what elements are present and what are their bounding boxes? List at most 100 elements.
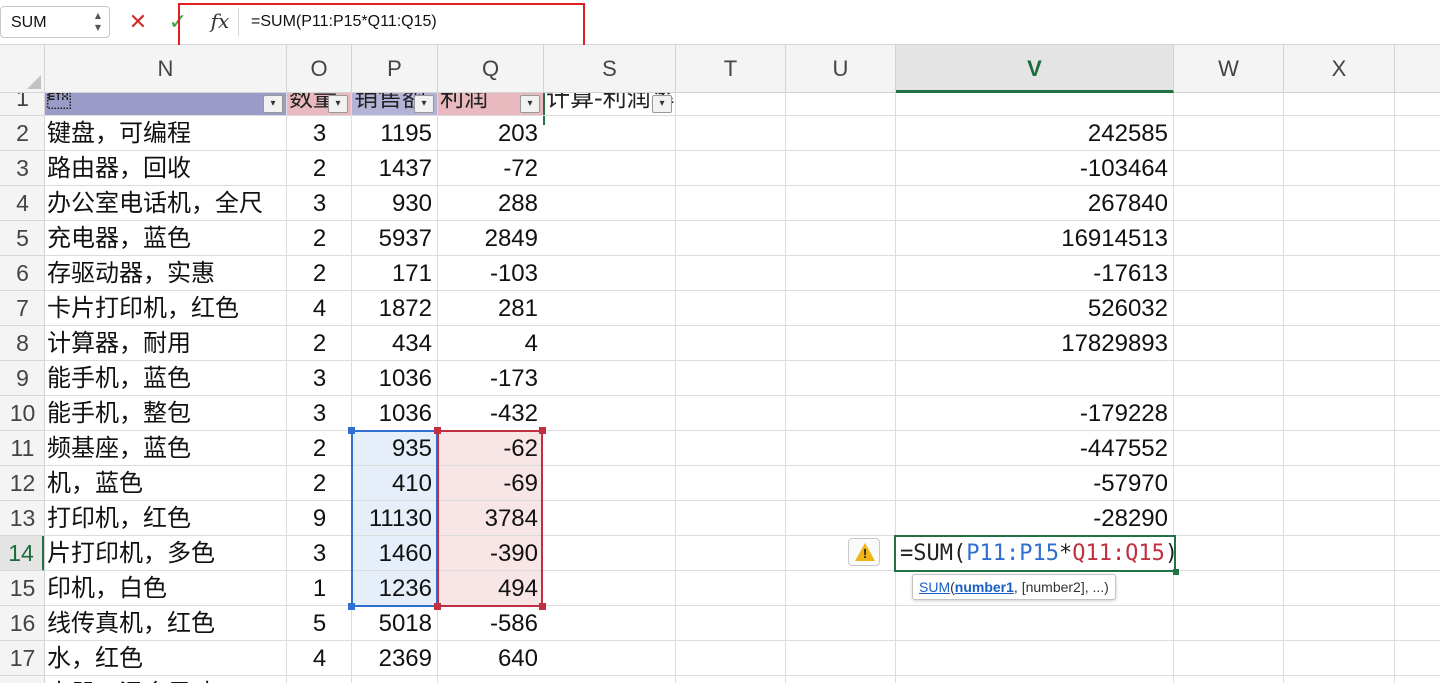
cell-o-5[interactable]: 2 bbox=[287, 221, 352, 256]
row-header-8[interactable]: 8 bbox=[0, 326, 44, 361]
cell-v-7[interactable]: 526032 bbox=[896, 291, 1168, 326]
row-header-16[interactable]: 16 bbox=[0, 606, 44, 641]
cell-n-12[interactable]: 机，蓝色 bbox=[47, 466, 285, 501]
cell-q-10[interactable]: -432 bbox=[438, 396, 538, 431]
column-header-v[interactable]: V bbox=[896, 45, 1174, 93]
cell-p-10[interactable]: 1036 bbox=[352, 396, 432, 431]
cell-q-2[interactable]: 203 bbox=[438, 116, 538, 151]
select-all-corner[interactable] bbox=[0, 45, 45, 93]
name-box-stepper-icon[interactable]: ▲ ▼ bbox=[92, 10, 104, 34]
column-header-w[interactable]: W bbox=[1174, 45, 1284, 93]
formula-edit-cell-v14[interactable]: =SUM(P11:P15*Q11:Q15) bbox=[894, 535, 1178, 572]
cell-o-14[interactable]: 3 bbox=[287, 536, 352, 571]
column-header-t[interactable]: T bbox=[676, 45, 786, 93]
row-header-17[interactable]: 17 bbox=[0, 641, 44, 676]
row-header-1[interactable]: 1 bbox=[0, 93, 44, 116]
row-header-14[interactable]: 14 bbox=[0, 536, 44, 571]
cell-p-5[interactable]: 5937 bbox=[352, 221, 432, 256]
row-header-3[interactable]: 3 bbox=[0, 151, 44, 186]
cell-p-3[interactable]: 1437 bbox=[352, 151, 432, 186]
column-header-q[interactable]: Q bbox=[438, 45, 544, 93]
cell-n-5[interactable]: 充电器，蓝色 bbox=[47, 221, 285, 256]
enter-check-icon[interactable]: ✓ bbox=[166, 10, 190, 36]
cell-q-9[interactable]: -173 bbox=[438, 361, 538, 396]
cell-q-18[interactable]: 2742 bbox=[438, 676, 538, 683]
cell-n-18[interactable]: 支器，混合尺寸 bbox=[47, 676, 285, 683]
cell-o-13[interactable]: 9 bbox=[287, 501, 352, 536]
cell-p-6[interactable]: 171 bbox=[352, 256, 432, 291]
cell-p-16[interactable]: 5018 bbox=[352, 606, 432, 641]
range-resize-handle[interactable] bbox=[539, 603, 546, 610]
insert-function-icon[interactable]: fx bbox=[206, 9, 234, 35]
row-header-7[interactable]: 7 bbox=[0, 291, 44, 326]
cell-n-3[interactable]: 路由器，回收 bbox=[47, 151, 285, 186]
filter-dropdown-icon[interactable]: ▾ bbox=[414, 95, 434, 113]
cell-o-16[interactable]: 5 bbox=[287, 606, 352, 641]
cell-o-2[interactable]: 3 bbox=[287, 116, 352, 151]
cell-p-7[interactable]: 1872 bbox=[352, 291, 432, 326]
cell-p-2[interactable]: 1195 bbox=[352, 116, 432, 151]
cell-p-18[interactable]: 5404 bbox=[352, 676, 432, 683]
cell-q-5[interactable]: 2849 bbox=[438, 221, 538, 256]
row-header-12[interactable]: 12 bbox=[0, 466, 44, 501]
cell-n-15[interactable]: 印机，白色 bbox=[47, 571, 285, 606]
cell-n-4[interactable]: 办公室电话机，全尺 bbox=[47, 186, 285, 221]
cell-o-8[interactable]: 2 bbox=[287, 326, 352, 361]
cell-n-9[interactable]: 能手机，蓝色 bbox=[47, 361, 285, 396]
cell-n-14[interactable]: 片打印机，多色 bbox=[47, 536, 285, 571]
cell-v-12[interactable]: -57970 bbox=[896, 466, 1168, 501]
row-header-10[interactable]: 10 bbox=[0, 396, 44, 431]
cell-v-6[interactable]: -17613 bbox=[896, 256, 1168, 291]
range-resize-handle[interactable] bbox=[434, 603, 441, 610]
fill-handle[interactable] bbox=[1173, 569, 1179, 575]
cell-q-4[interactable]: 288 bbox=[438, 186, 538, 221]
filter-dropdown-icon[interactable]: ▾ bbox=[652, 95, 672, 113]
cell-n-17[interactable]: 水，红色 bbox=[47, 641, 285, 676]
cell-o-17[interactable]: 4 bbox=[287, 641, 352, 676]
cell-o-11[interactable]: 2 bbox=[287, 431, 352, 466]
cell-n-10[interactable]: 能手机，整包 bbox=[47, 396, 285, 431]
range-resize-handle[interactable] bbox=[348, 427, 355, 434]
column-header-x[interactable]: X bbox=[1284, 45, 1395, 93]
cell-o-3[interactable]: 2 bbox=[287, 151, 352, 186]
row-header-4[interactable]: 4 bbox=[0, 186, 44, 221]
cell-n-13[interactable]: 打印机，红色 bbox=[47, 501, 285, 536]
cell-q-3[interactable]: -72 bbox=[438, 151, 538, 186]
cell-p-8[interactable]: 434 bbox=[352, 326, 432, 361]
warning-icon[interactable]: ! bbox=[848, 538, 880, 566]
cell-v-2[interactable]: 242585 bbox=[896, 116, 1168, 151]
tooltip-function-name[interactable]: SUM bbox=[919, 579, 950, 595]
range-resize-handle[interactable] bbox=[348, 603, 355, 610]
name-box[interactable]: SUM ▲ ▼ bbox=[0, 6, 110, 38]
filter-dropdown-icon[interactable]: ▾ bbox=[520, 95, 540, 113]
cell-v-8[interactable]: 17829893 bbox=[896, 326, 1168, 361]
cell-n-8[interactable]: 计算器，耐用 bbox=[47, 326, 285, 361]
cell-n-7[interactable]: 卡片打印机，红色 bbox=[47, 291, 285, 326]
row-header-11[interactable]: 11 bbox=[0, 431, 44, 466]
filter-dropdown-icon[interactable]: ▾ bbox=[263, 95, 283, 113]
column-header-p[interactable]: P bbox=[352, 45, 438, 93]
cell-q-16[interactable]: -586 bbox=[438, 606, 538, 641]
cancel-icon[interactable]: ✕ bbox=[127, 10, 149, 36]
cell-p-9[interactable]: 1036 bbox=[352, 361, 432, 396]
tooltip-current-argument[interactable]: number1 bbox=[955, 579, 1014, 595]
cell-o-4[interactable]: 3 bbox=[287, 186, 352, 221]
cell-q-8[interactable]: 4 bbox=[438, 326, 538, 361]
row-header-15[interactable]: 15 bbox=[0, 571, 44, 606]
cell-o-12[interactable]: 2 bbox=[287, 466, 352, 501]
cell-n-2[interactable]: 键盘，可编程 bbox=[47, 116, 285, 151]
cell-p-17[interactable]: 2369 bbox=[352, 641, 432, 676]
column-header-n[interactable]: N bbox=[45, 45, 287, 93]
cell-o-15[interactable]: 1 bbox=[287, 571, 352, 606]
range-resize-handle[interactable] bbox=[539, 427, 546, 434]
row-header-5[interactable]: 5 bbox=[0, 221, 44, 256]
row-header-13[interactable]: 13 bbox=[0, 501, 44, 536]
cell-o-7[interactable]: 4 bbox=[287, 291, 352, 326]
cell-v-5[interactable]: 16914513 bbox=[896, 221, 1168, 256]
column-header-s[interactable]: S bbox=[544, 45, 676, 93]
row-header-6[interactable]: 6 bbox=[0, 256, 44, 291]
cell-o-6[interactable]: 2 bbox=[287, 256, 352, 291]
cell-v-13[interactable]: -28290 bbox=[896, 501, 1168, 536]
cell-o-10[interactable]: 3 bbox=[287, 396, 352, 431]
cell-v-11[interactable]: -447552 bbox=[896, 431, 1168, 466]
